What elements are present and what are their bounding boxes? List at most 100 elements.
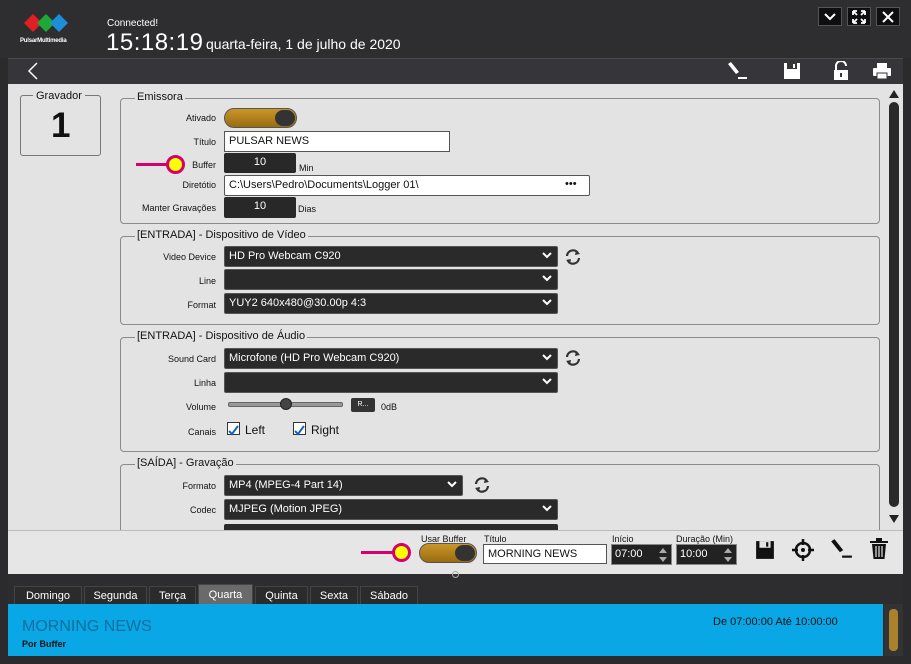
schedule-save-button[interactable]	[755, 540, 775, 565]
line-select[interactable]	[224, 269, 558, 290]
title-bar: PulsarMultimedia Connected! 15:18:19 qua…	[0, 0, 911, 58]
splitter-handle[interactable]	[452, 571, 459, 578]
sound-card-label: Sound Card	[167, 354, 216, 364]
format-value: YUY2 640x480@30.00p 4:3	[229, 297, 367, 309]
duracao-input[interactable]: 10:00	[676, 544, 737, 565]
main-scrollbar[interactable]	[886, 86, 902, 528]
diretorio-browse-button[interactable]: •••	[565, 178, 577, 190]
list-scrollbar[interactable]	[884, 604, 903, 656]
spinner-icon[interactable]	[724, 547, 732, 563]
video-device-value: HD Pro Webcam C920	[229, 250, 341, 262]
chevron-down-icon	[542, 252, 552, 259]
refresh-icon	[565, 249, 581, 265]
schedule-edit-button[interactable]	[829, 538, 853, 565]
buffer-input[interactable]: 10	[224, 153, 296, 173]
codec-select[interactable]: MJPEG (Motion JPEG)	[224, 499, 558, 520]
refresh-video-button[interactable]	[563, 247, 583, 272]
scroll-thumb[interactable]	[889, 102, 899, 507]
sound-card-select[interactable]: Microfone (HD Pro Webcam C920)	[224, 348, 558, 369]
buffer-unit: Min	[299, 163, 314, 173]
tab-domingo[interactable]: Domingo	[14, 586, 82, 604]
line-label: Line	[198, 276, 216, 286]
tab-sábado[interactable]: Sábado	[360, 586, 418, 604]
save-button[interactable]	[781, 61, 803, 81]
manter-input[interactable]: 10	[224, 197, 296, 218]
manter-unit: Dias	[298, 204, 317, 214]
emissora-legend: Emissora	[135, 91, 185, 103]
print-button[interactable]	[871, 61, 893, 81]
ativado-toggle[interactable]	[224, 108, 297, 128]
chevron-down-icon	[542, 354, 552, 361]
scroll-up-icon[interactable]	[889, 90, 899, 98]
scroll-down-icon[interactable]	[889, 515, 899, 523]
tab-terça[interactable]: Terça	[149, 586, 196, 604]
clock-time: 15:18:19	[106, 29, 204, 56]
connection-status: Connected!	[107, 18, 159, 29]
titulo-input[interactable]: PULSAR NEWS	[224, 131, 450, 152]
usar-buffer-marker	[392, 543, 411, 562]
buffer-label: Buffer	[192, 160, 216, 170]
schedule-target-button[interactable]	[792, 539, 814, 566]
usar-buffer-toggle[interactable]	[419, 543, 477, 563]
toolbar	[8, 58, 903, 84]
formato-select[interactable]: MP4 (MPEG-4 Part 14)	[224, 475, 463, 496]
refresh-icon	[474, 477, 490, 493]
unlock-icon	[834, 61, 848, 80]
schedule-titulo-input[interactable]: MORNING NEWS	[483, 544, 607, 564]
fullscreen-icon	[852, 9, 866, 24]
volume-reset-button[interactable]: R...	[351, 398, 375, 412]
linha-select[interactable]	[224, 372, 558, 393]
tab-sexta[interactable]: Sexta	[310, 586, 358, 604]
inicio-label: Início	[612, 534, 634, 544]
spinner-icon[interactable]	[659, 547, 667, 563]
clock-date: quarta-feira, 1 de julho de 2020	[206, 36, 401, 52]
volume-slider-knob[interactable]	[279, 398, 292, 410]
inicio-input[interactable]: 07:00	[611, 544, 672, 565]
audio-legend: [ENTRADA] - Dispositivo de Áudio	[135, 330, 308, 342]
ativado-label: Ativado	[185, 113, 216, 123]
video-legend: [ENTRADA] - Dispositivo de Vídeo	[135, 229, 308, 241]
schedule-titulo-label: Título	[484, 534, 507, 544]
volume-slider[interactable]	[228, 398, 343, 410]
pulsar-logo	[24, 14, 68, 32]
right-checkbox[interactable]	[293, 422, 306, 436]
usar-buffer-marker-line	[361, 551, 395, 554]
format-select[interactable]: YUY2 640x480@30.00p 4:3	[224, 293, 558, 314]
video-device-label: Video Device	[163, 252, 216, 262]
list-scroll-thumb[interactable]	[889, 609, 898, 651]
minimize-button[interactable]	[818, 7, 842, 26]
schedule-delete-button[interactable]	[869, 538, 889, 565]
close-button[interactable]	[876, 7, 900, 26]
duracao-label: Duração (Min)	[676, 534, 734, 544]
chevron-down-icon	[542, 299, 552, 306]
refresh-icon	[565, 350, 581, 366]
titulo-label: Título	[193, 137, 216, 147]
gravador-label: Gravador	[33, 90, 85, 102]
fullscreen-button[interactable]	[847, 7, 871, 26]
left-checkbox[interactable]	[227, 422, 240, 436]
chevron-down-icon	[447, 481, 457, 488]
codec-label: Codec	[189, 505, 216, 515]
edit-icon	[831, 539, 852, 558]
diretorio-value: C:\Users\Pedro\Documents\Logger 01\	[229, 179, 419, 191]
manter-label: Manter Gravações	[141, 203, 216, 213]
codec-value: MJPEG (Motion JPEG)	[229, 503, 343, 515]
refresh-formato-button[interactable]	[472, 475, 492, 500]
linha-label: Linha	[193, 378, 216, 388]
event-subtitle: Por Buffer	[22, 639, 67, 649]
video-device-select[interactable]: HD Pro Webcam C920	[224, 246, 558, 267]
edit-button[interactable]	[726, 61, 748, 81]
tab-quinta[interactable]: Quinta	[255, 586, 308, 604]
formato-value: MP4 (MPEG-4 Part 14)	[229, 479, 343, 491]
list-item[interactable]: MORNING NEWS Por Buffer De 07:00:00 Até …	[8, 604, 883, 656]
inicio-value: 07:00	[615, 548, 643, 560]
saida-group	[120, 464, 880, 530]
check-icon	[294, 425, 305, 436]
back-button[interactable]	[22, 61, 44, 81]
refresh-audio-button[interactable]	[563, 348, 583, 373]
check-icon	[228, 425, 239, 436]
tab-segunda[interactable]: Segunda	[84, 586, 147, 604]
unlock-button[interactable]	[830, 61, 852, 81]
tab-quarta[interactable]: Quarta	[198, 584, 253, 604]
diretorio-input[interactable]: C:\Users\Pedro\Documents\Logger 01\	[224, 175, 590, 196]
